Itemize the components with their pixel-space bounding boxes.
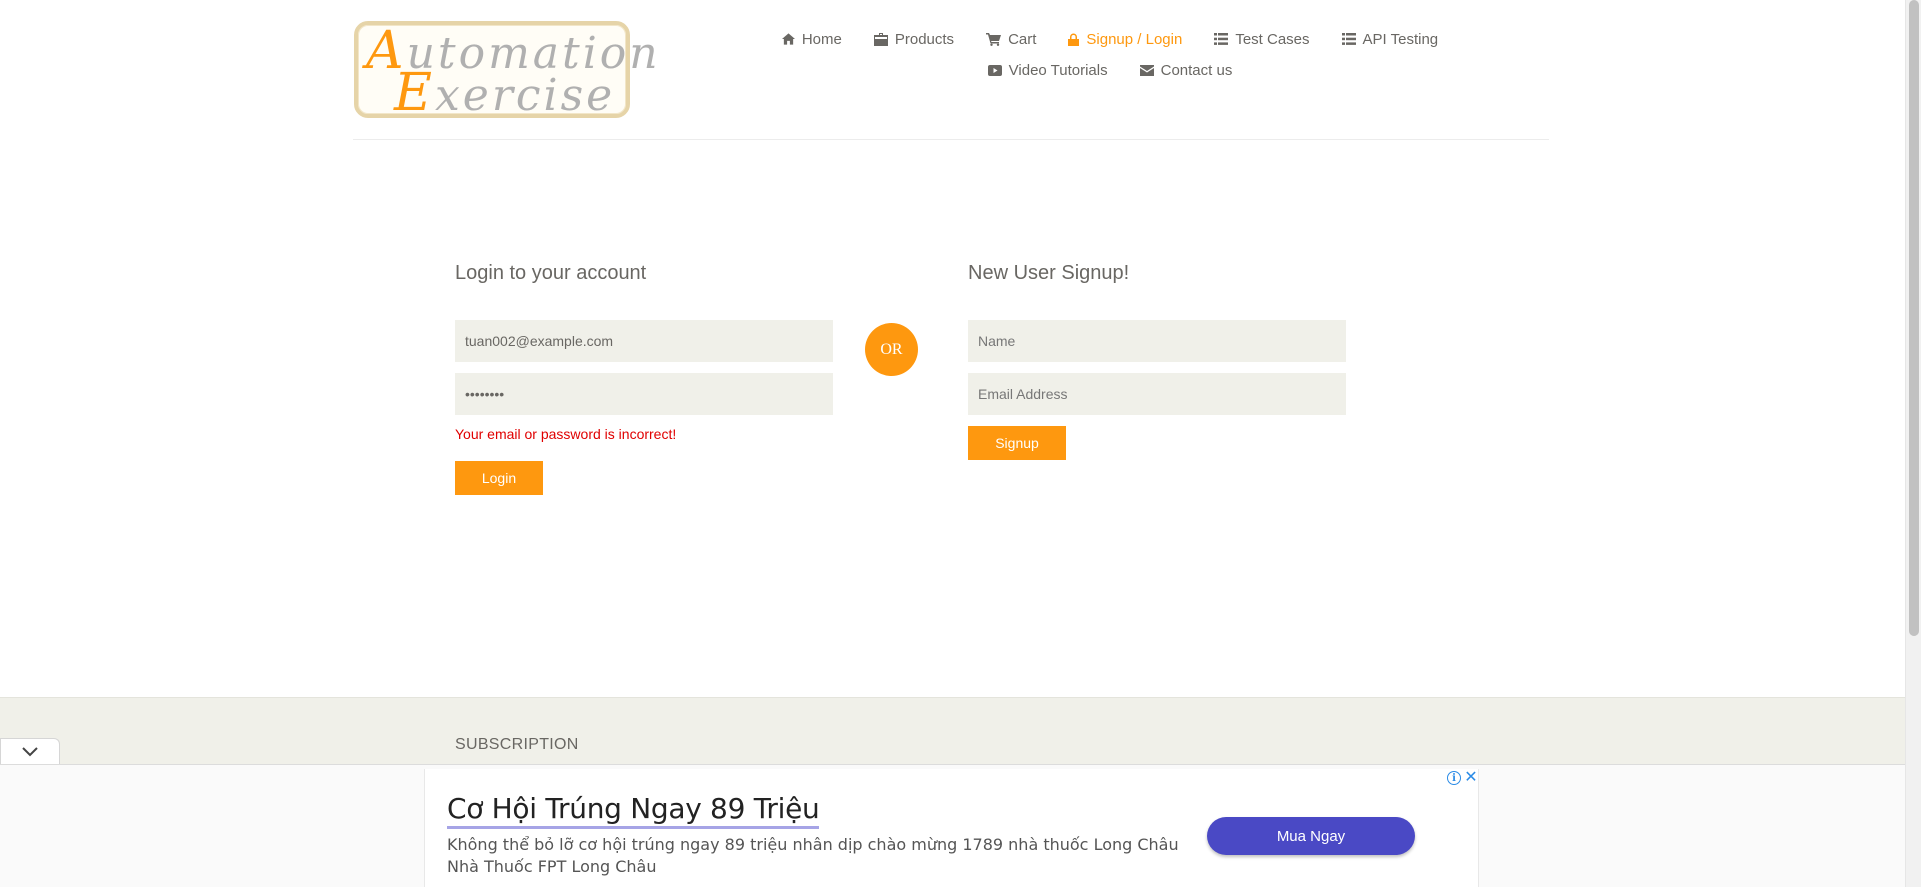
nav-home-label: Home <box>801 30 842 48</box>
scrollbar-thumb[interactable] <box>1909 0 1919 636</box>
list-icon <box>1341 33 1356 45</box>
login-password-input[interactable] <box>455 373 833 415</box>
cart-icon <box>986 32 1002 46</box>
nav-contact-us[interactable]: Contact us <box>1124 61 1249 79</box>
login-error-message: Your email or password is incorrect! <box>455 426 677 442</box>
footer-divider <box>0 697 1905 698</box>
signup-title: New User Signup! <box>968 262 1130 284</box>
login-title: Login to your account <box>455 262 647 284</box>
home-icon <box>781 33 795 45</box>
ad-brand: Nhà Thuốc FPT Long Châu <box>447 857 657 876</box>
nav-cart-label: Cart <box>1008 30 1037 48</box>
nav-video-tutorials[interactable]: Video Tutorials <box>972 61 1124 79</box>
nav-row-1: Home Products Cart Signup / Login Test C… <box>760 30 1460 48</box>
nav-api-testing[interactable]: API Testing <box>1326 30 1455 48</box>
nav-signup-login[interactable]: Signup / Login <box>1052 30 1198 48</box>
header-divider <box>353 139 1549 140</box>
nav-products[interactable]: Products <box>858 30 970 48</box>
nav-signup-login-label: Signup / Login <box>1086 30 1183 48</box>
nav-video-tutorials-label: Video Tutorials <box>1008 61 1108 79</box>
ad-banner[interactable]: Cơ Hội Trúng Ngay 89 Triệu Không thể bỏ … <box>424 769 1479 887</box>
nav-row-2: Video Tutorials Contact us <box>760 61 1460 79</box>
signup-button[interactable]: Signup <box>968 426 1066 460</box>
ad-description: Không thể bỏ lỡ cơ hội trúng ngay 89 tri… <box>447 835 1179 854</box>
ad-cta-button[interactable]: Mua Ngay <box>1207 817 1415 855</box>
nav-api-testing-label: API Testing <box>1362 30 1439 48</box>
signup-email-input[interactable] <box>968 373 1346 415</box>
signup-form: New User Signup! Signup <box>968 262 1346 460</box>
chevron-down-icon <box>22 746 38 756</box>
page-scrollbar[interactable] <box>1905 0 1921 887</box>
main-nav: Home Products Cart Signup / Login Test C… <box>760 30 1460 92</box>
or-divider: OR <box>865 323 918 376</box>
signup-name-input[interactable] <box>968 320 1346 362</box>
envelope-icon <box>1139 64 1154 76</box>
nav-test-cases[interactable]: Test Cases <box>1198 30 1325 48</box>
site-header: Automation Exercise Home Products Cart S… <box>0 0 1905 140</box>
ad-collapse-button[interactable] <box>0 738 60 764</box>
products-icon <box>873 32 888 46</box>
ad-info-icon[interactable]: i <box>1447 771 1461 785</box>
site-logo[interactable]: Automation Exercise <box>354 21 658 123</box>
lock-icon <box>1068 33 1080 46</box>
ad-close-icon[interactable]: ✕ <box>1464 768 1478 786</box>
login-form: Login to your account Your email or pass… <box>455 262 835 495</box>
youtube-icon <box>987 64 1002 76</box>
subscription-heading: SUBSCRIPTION <box>455 736 579 753</box>
nav-contact-us-label: Contact us <box>1160 61 1233 79</box>
nav-home[interactable]: Home <box>766 30 858 48</box>
ad-title[interactable]: Cơ Hội Trúng Ngay 89 Triệu <box>447 792 820 829</box>
login-button[interactable]: Login <box>455 461 543 495</box>
logo-line-2: Exercise <box>394 63 616 123</box>
nav-cart[interactable]: Cart <box>970 30 1052 48</box>
list-icon <box>1214 33 1229 45</box>
nav-products-label: Products <box>894 30 955 48</box>
nav-test-cases-label: Test Cases <box>1235 30 1310 48</box>
login-email-input[interactable] <box>455 320 833 362</box>
